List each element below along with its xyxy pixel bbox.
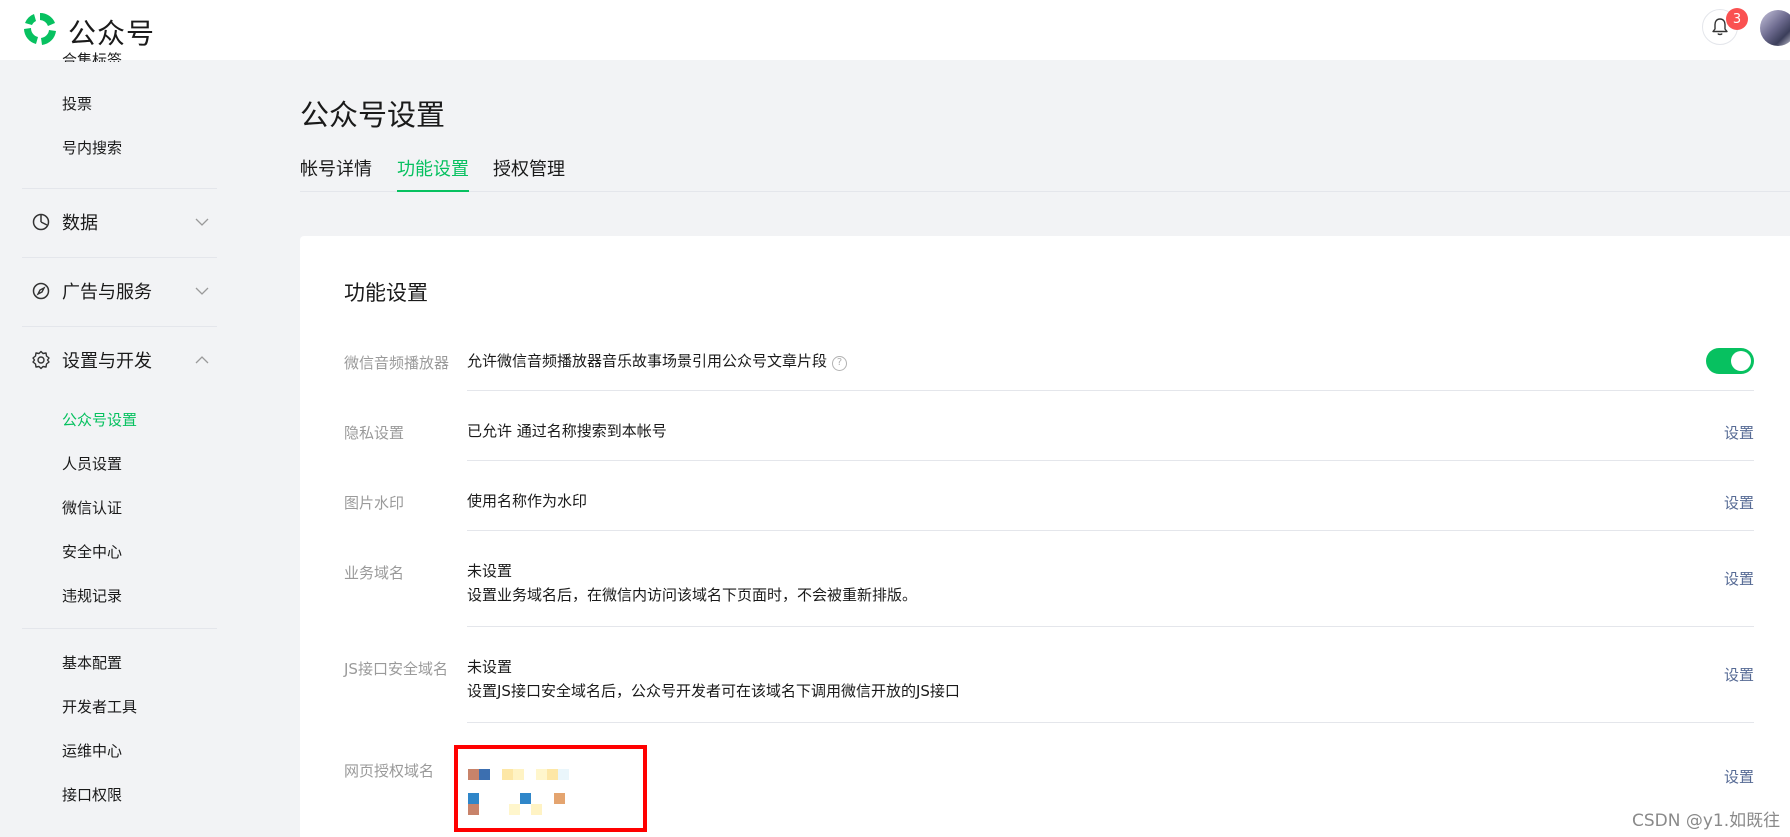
row-value: 使用名称作为水印 (467, 492, 588, 510)
redaction-pixel (468, 793, 479, 804)
row-label: 业务域名 (344, 564, 405, 582)
sidebar-item-basic-config[interactable]: 基本配置 (62, 652, 122, 673)
web-auth-domain-settings-link[interactable]: 设置 (1724, 766, 1754, 787)
redaction-pixel (554, 793, 565, 804)
redaction-pixel (509, 804, 520, 815)
pie-chart-icon (30, 211, 52, 233)
tab-bar: 帐号详情 功能设置 授权管理 (300, 155, 1790, 192)
tab-authorization-management[interactable]: 授权管理 (493, 155, 565, 192)
tab-function-settings[interactable]: 功能设置 (397, 155, 469, 192)
row-divider (467, 390, 1754, 391)
sidebar-group-label: 数据 (62, 213, 98, 234)
sidebar-divider (22, 188, 217, 189)
row-value: 未设置 (467, 658, 513, 676)
watermark-settings-link[interactable]: 设置 (1724, 492, 1754, 513)
redaction-pixel (531, 804, 542, 815)
sidebar-group-label: 设置与开发 (62, 351, 152, 372)
row-description: 设置JS接口安全域名后，公众号开发者可在该域名下调用微信开放的JS接口 (467, 682, 960, 700)
sidebar-item-violation-records[interactable]: 违规记录 (62, 585, 122, 606)
audio-player-toggle[interactable] (1706, 348, 1754, 374)
redaction-highlight-box (454, 745, 647, 832)
row-value: 未设置 (467, 562, 513, 580)
row-label: 隐私设置 (344, 424, 405, 442)
compass-icon (30, 280, 52, 302)
help-icon[interactable]: ? (832, 355, 848, 371)
row-label: 图片水印 (344, 494, 405, 512)
privacy-settings-link[interactable]: 设置 (1724, 422, 1754, 443)
row-divider (467, 460, 1754, 461)
sidebar-item-ops-center[interactable]: 运维中心 (62, 740, 122, 761)
sidebar-item-api-permissions[interactable]: 接口权限 (62, 784, 122, 805)
sidebar-divider (22, 257, 217, 258)
settings-row-watermark: 图片水印 使用名称作为水印 设置 (344, 492, 1754, 542)
sidebar-item-collection-tags[interactable]: 合集标签 (62, 49, 122, 62)
brand-title: 公众号 (68, 17, 156, 50)
sidebar-divider (22, 326, 217, 327)
top-bar: 公众号 3 (0, 0, 1790, 60)
redaction-pixel (520, 793, 531, 804)
js-domain-settings-link[interactable]: 设置 (1724, 664, 1754, 685)
sidebar-group-data[interactable]: 数据 (30, 207, 210, 237)
row-divider (467, 626, 1754, 627)
chevron-down-icon (195, 218, 209, 226)
row-label: 微信音频播放器 (344, 354, 450, 372)
wechat-official-account-logo-icon[interactable] (20, 9, 60, 49)
sidebar-item-security-center[interactable]: 安全中心 (62, 541, 122, 562)
row-label: 网页授权域名 (344, 762, 435, 780)
user-avatar[interactable] (1760, 10, 1790, 46)
row-value: 允许微信音频播放器音乐故事场景引用公众号文章片段? (467, 349, 848, 373)
sidebar-item-search[interactable]: 号内搜索 (62, 137, 122, 158)
settings-row-js-domain: JS接口安全域名 未设置 设置JS接口安全域名后，公众号开发者可在该域名下调用微… (344, 658, 1754, 738)
row-divider (467, 530, 1754, 531)
row-label: JS接口安全域名 (344, 660, 448, 678)
chevron-up-icon (195, 356, 209, 364)
page-title: 公众号设置 (300, 98, 446, 132)
sidebar-item-member-settings[interactable]: 人员设置 (62, 453, 122, 474)
settings-row-audio-player: 微信音频播放器 允许微信音频播放器音乐故事场景引用公众号文章片段? (344, 348, 1754, 402)
sidebar-item-account-settings[interactable]: 公众号设置 (62, 409, 137, 430)
redaction-pixel (479, 769, 490, 780)
sidebar-item-developer-tools[interactable]: 开发者工具 (62, 696, 137, 717)
row-value-text: 允许微信音频播放器音乐故事场景引用公众号文章片段 (467, 352, 828, 370)
tab-account-details[interactable]: 帐号详情 (300, 155, 372, 192)
redaction-pixel (513, 769, 524, 780)
sidebar-divider (22, 628, 217, 629)
redaction-pixel (547, 769, 558, 780)
toggle-knob (1731, 351, 1751, 371)
sidebar-group-settings-dev[interactable]: 设置与开发 (30, 345, 210, 375)
redaction-pixel (502, 769, 513, 780)
chevron-down-icon (195, 287, 209, 295)
redaction-pixel (468, 769, 479, 780)
settings-row-privacy: 隐私设置 已允许 通过名称搜索到本帐号 设置 (344, 422, 1754, 472)
sidebar: 合集标签 投票 号内搜索 数据 广告与服务 设置与开发 公众号设置 人员设置 微… (0, 51, 230, 837)
gear-icon (30, 349, 52, 371)
sidebar-group-label: 广告与服务 (62, 282, 152, 303)
notification-badge: 3 (1726, 8, 1748, 30)
redaction-pixel (558, 769, 569, 780)
redaction-pixel (468, 804, 479, 815)
redaction-pixel (536, 769, 547, 780)
row-value: 已允许 通过名称搜索到本帐号 (467, 422, 667, 440)
sidebar-group-ads-services[interactable]: 广告与服务 (30, 276, 210, 306)
settings-row-business-domain: 业务域名 未设置 设置业务域名后，在微信内访问该域名下页面时，不会被重新排版。 … (344, 562, 1754, 642)
card-title: 功能设置 (344, 281, 428, 305)
business-domain-settings-link[interactable]: 设置 (1724, 568, 1754, 589)
sidebar-item-wechat-verification[interactable]: 微信认证 (62, 497, 122, 518)
row-description: 设置业务域名后，在微信内访问该域名下页面时，不会被重新排版。 (467, 586, 918, 604)
sidebar-item-vote[interactable]: 投票 (62, 93, 92, 114)
csdn-watermark: CSDN @y1.如既往 (1632, 811, 1781, 831)
row-divider (467, 722, 1754, 723)
